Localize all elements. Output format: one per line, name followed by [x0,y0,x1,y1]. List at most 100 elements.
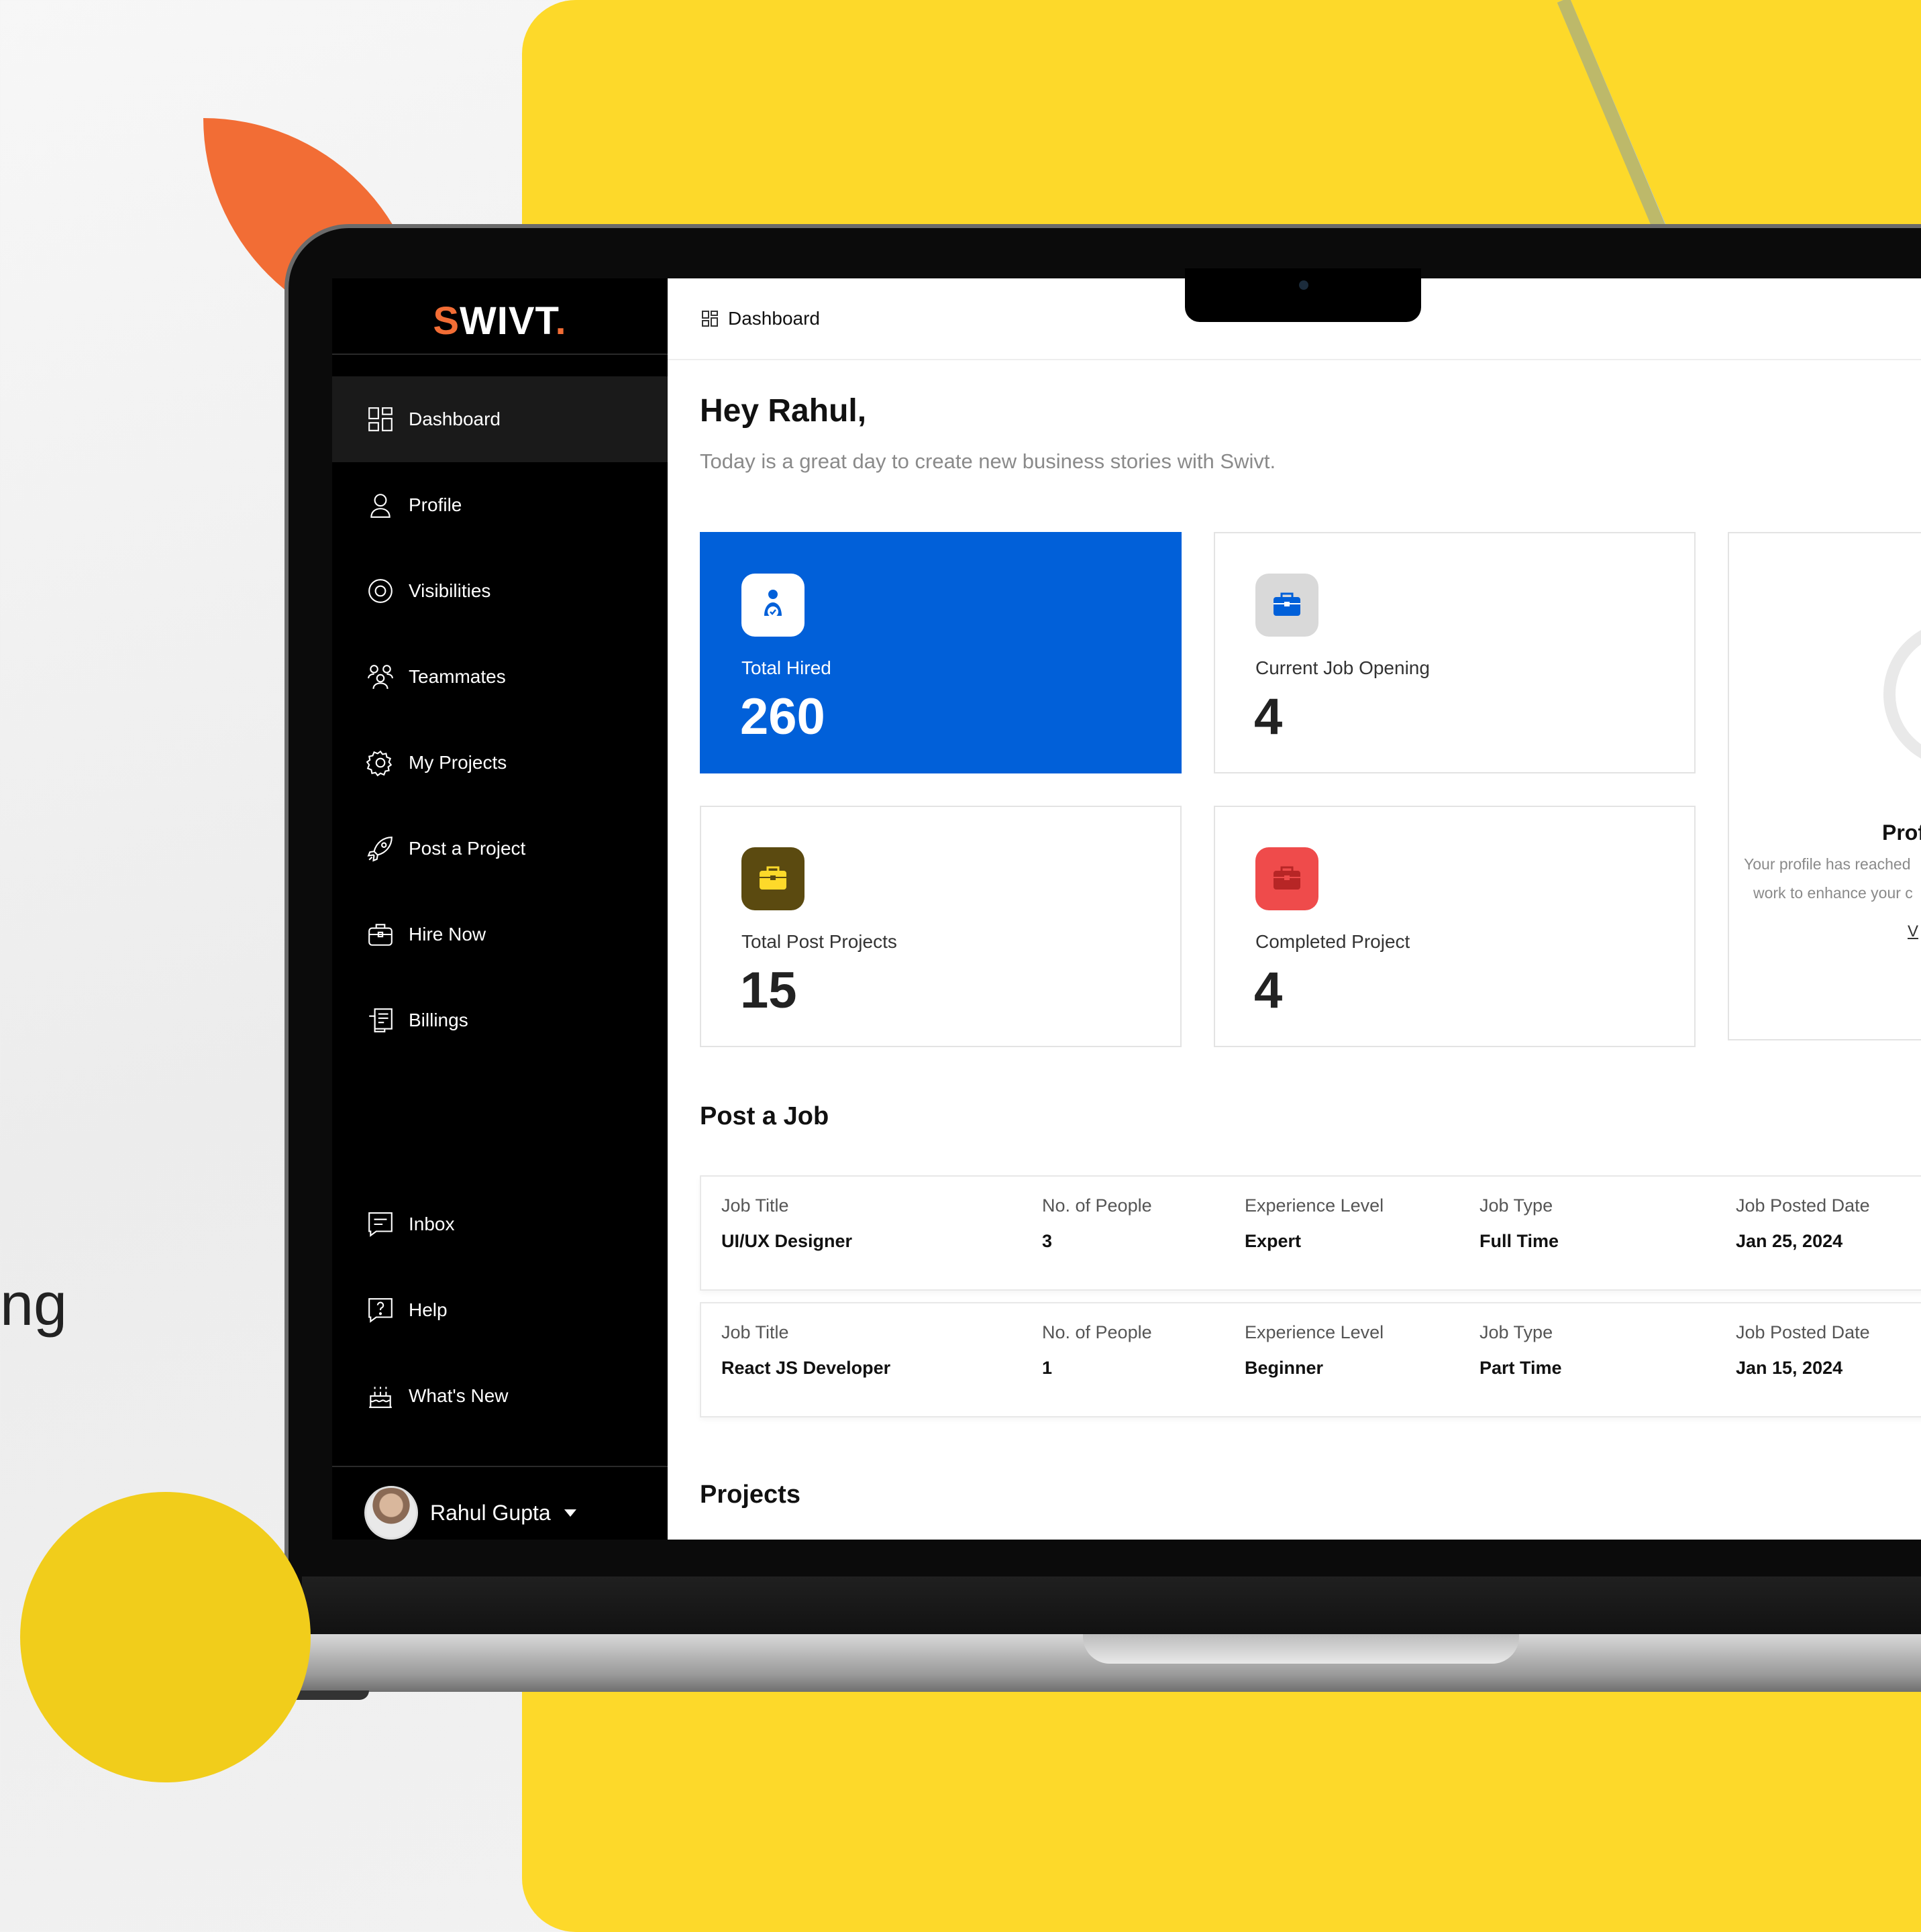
laptop-base [86,1634,1921,1692]
stat-card-completed-project[interactable]: Completed Project 4 [1214,806,1696,1047]
stat-label: Total Hired [741,657,831,678]
job-title-value: React JS Developer [721,1358,891,1378]
sidebar-item-label: Dashboard [409,409,501,429]
user-name: Rahul Gupta [430,1500,551,1525]
post-job-title: Post a Job [700,1102,829,1130]
stat-card-total-post-projects[interactable]: Total Post Projects 15 [700,806,1182,1047]
sidebar-item-label: Inbox [409,1214,455,1234]
people-label: No. of People [1042,1195,1152,1216]
sidebar-item-hire-now[interactable]: Hire Now [332,892,668,977]
people-value: 3 [1042,1231,1053,1251]
profile-card-link[interactable]: V [1908,922,1918,941]
job-type-label: Job Type [1479,1322,1553,1342]
page-subtitle: Today is a great day to create new busin… [700,449,1276,473]
page-title: Hey Rahul, [700,393,867,429]
briefcase-icon [1255,847,1318,910]
chevron-down-icon[interactable] [564,1509,576,1517]
posted-date-label: Job Posted Date [1736,1322,1870,1342]
table-row[interactable]: Job Title React JS Developer No. of Peopl… [700,1302,1921,1417]
grid-icon [701,310,719,327]
people-label: No. of People [1042,1322,1152,1342]
hired-user-icon [741,574,804,637]
profile-card-description: work to enhance your c [1753,884,1913,902]
sidebar: SWIVT. Dashboard Profile Visibilities Te… [332,278,668,1540]
sidebar-item-label: Visibilities [409,580,491,601]
background-partial-text: ng [0,1271,68,1338]
billing-icon [366,1006,395,1035]
user-menu[interactable]: Rahul Gupta [332,1486,668,1540]
briefcase-icon [741,847,804,910]
experience-value: Expert [1245,1231,1302,1251]
avatar[interactable] [364,1486,418,1540]
sidebar-item-label: Post a Project [409,838,526,859]
gear-brain-icon [366,748,395,777]
profile-completion-card[interactable]: Prof Your profile has reached work to en… [1728,532,1921,1040]
profile-card-description: Your profile has reached [1744,855,1911,873]
sidebar-item-post-a-project[interactable]: Post a Project [332,806,668,892]
team-icon [366,662,395,692]
sidebar-divider [332,1466,668,1467]
user-icon [366,490,395,520]
table-row[interactable]: Job Title UI/UX Designer No. of People 3 E… [700,1175,1921,1291]
sidebar-item-label: Profile [409,494,462,515]
grid-icon [366,405,395,434]
sidebar-item-label: What's New [409,1385,509,1406]
sidebar-item-inbox[interactable]: Inbox [332,1181,668,1267]
stat-label: Current Job Opening [1255,657,1430,678]
people-value: 1 [1042,1358,1053,1378]
swivt-logo[interactable]: SWIVT. [332,299,668,343]
job-title-label: Job Title [721,1322,789,1342]
stat-value: 260 [740,688,825,745]
sidebar-item-billings[interactable]: Billings [332,977,668,1063]
job-title-label: Job Title [721,1195,789,1216]
experience-label: Experience Level [1245,1195,1384,1216]
sidebar-item-label: Billings [409,1010,468,1030]
breadcrumb[interactable]: Dashboard [728,308,820,329]
stat-value: 4 [1254,688,1283,745]
camera-notch [1185,268,1421,322]
posted-date-value: Jan 15, 2024 [1736,1358,1843,1378]
sidebar-item-profile[interactable]: Profile [332,462,668,548]
sidebar-item-dashboard[interactable]: Dashboard [332,376,668,462]
sidebar-item-teammates[interactable]: Teammates [332,634,668,720]
cake-icon [366,1381,395,1411]
sidebar-item-label: Help [409,1299,448,1320]
help-icon [366,1295,395,1325]
stat-value: 15 [740,962,797,1019]
briefcase-icon [366,920,395,949]
sidebar-item-whats-new[interactable]: What's New [332,1353,668,1439]
job-type-value: Full Time [1479,1231,1559,1251]
sidebar-item-help[interactable]: Help [332,1267,668,1353]
sidebar-item-label: Hire Now [409,924,486,945]
posted-date-label: Job Posted Date [1736,1195,1870,1216]
background-yellow-circle [20,1492,311,1782]
sidebar-divider [332,354,668,355]
profile-progress-ring [1883,621,1921,768]
stat-card-total-hired[interactable]: Total Hired 260 [700,532,1182,773]
sidebar-item-label: Teammates [409,666,506,687]
sidebar-item-label: My Projects [409,752,507,773]
job-type-label: Job Type [1479,1195,1553,1216]
stat-label: Completed Project [1255,931,1410,952]
laptop-hinge-notch [1083,1634,1519,1664]
posted-date-value: Jan 25, 2024 [1736,1231,1843,1251]
eye-icon [366,576,395,606]
rocket-icon [366,834,395,863]
stat-value: 4 [1254,962,1283,1019]
briefcase-icon [1255,574,1318,637]
sidebar-item-visibilities[interactable]: Visibilities [332,548,668,634]
app-screen: SWIVT. Dashboard Profile Visibilities Te… [332,278,1921,1540]
laptop-bottom-strip [302,1576,1921,1637]
main-content: Dashboard Hey Rahul, Today is a great da… [668,278,1921,1540]
profile-card-title: Prof [1882,820,1921,845]
sidebar-item-my-projects[interactable]: My Projects [332,720,668,806]
experience-label: Experience Level [1245,1322,1384,1342]
stat-label: Total Post Projects [741,931,897,952]
job-type-value: Part Time [1479,1358,1562,1378]
projects-title: Projects [700,1481,800,1509]
message-icon [366,1210,395,1239]
stat-card-current-job-opening[interactable]: Current Job Opening 4 [1214,532,1696,773]
experience-value: Beginner [1245,1358,1324,1378]
camera-icon [1299,280,1308,290]
job-title-value: UI/UX Designer [721,1231,853,1251]
